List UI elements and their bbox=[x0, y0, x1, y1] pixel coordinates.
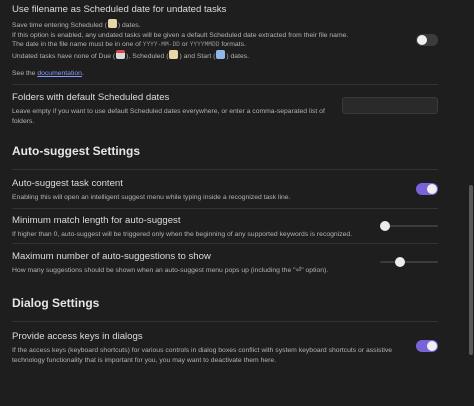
setting-description: Save time entering Scheduled () dates. I… bbox=[12, 19, 438, 79]
documentation-link[interactable]: documentation bbox=[37, 70, 82, 77]
setting-max-suggestions: Maximum number of auto-suggestions to sh… bbox=[12, 251, 438, 276]
max-suggestions-slider[interactable] bbox=[380, 255, 438, 269]
divider bbox=[12, 321, 438, 322]
divider bbox=[12, 208, 438, 209]
slider-handle[interactable] bbox=[395, 257, 405, 267]
scrollbar-thumb[interactable] bbox=[469, 185, 473, 355]
setting-access-keys: Provide access keys in dialogs If the ac… bbox=[12, 331, 424, 365]
desc-line-3: The date in the file name must be in one… bbox=[12, 41, 246, 49]
toggle-knob bbox=[427, 341, 437, 351]
setting-description: How many suggestions should be shown whe… bbox=[12, 267, 329, 274]
desc-line-1: Save time entering Scheduled () dates. bbox=[12, 19, 438, 31]
setting-min-match-length: Minimum match length for auto-suggest If… bbox=[12, 215, 438, 240]
setting-name: Auto-suggest task content bbox=[12, 178, 123, 189]
desc-line-see-docs: See the documentation. bbox=[12, 70, 84, 78]
slider-track bbox=[380, 261, 438, 263]
default-folders-input[interactable] bbox=[342, 97, 438, 114]
divider bbox=[12, 243, 438, 244]
access-keys-toggle[interactable] bbox=[416, 340, 438, 352]
setting-description: Leave empty if you want to use default S… bbox=[12, 108, 325, 125]
desc-line-2: If this option is enabled, any undated t… bbox=[12, 31, 349, 39]
hourglass-icon bbox=[169, 49, 179, 59]
setting-name: Provide access keys in dialogs bbox=[12, 331, 143, 342]
calendar-icon bbox=[116, 49, 126, 59]
toggle-knob bbox=[417, 35, 427, 45]
format-yyyymmdd: YYYYMMDD bbox=[189, 41, 220, 49]
slider-handle[interactable] bbox=[380, 221, 390, 231]
toggle-knob bbox=[427, 184, 437, 194]
section-heading-dialog: Dialog Settings bbox=[12, 296, 100, 310]
setting-description: If the access keys (keyboard shortcuts) … bbox=[12, 347, 393, 364]
section-heading-auto-suggest: Auto-suggest Settings bbox=[12, 144, 140, 158]
setting-default-folders: Folders with default Scheduled dates Lea… bbox=[12, 92, 334, 126]
setting-description: If higher than 0, auto-suggest will be t… bbox=[12, 231, 353, 238]
divider bbox=[12, 84, 438, 85]
setting-name: Maximum number of auto-suggestions to sh… bbox=[12, 251, 211, 262]
format-yyyy-mm-dd: YYYY-MM-DD bbox=[142, 41, 180, 49]
min-match-length-slider[interactable] bbox=[380, 219, 438, 233]
setting-filename-scheduled: Use filename as Scheduled date for undat… bbox=[12, 4, 438, 79]
auto-suggest-content-toggle[interactable] bbox=[416, 183, 438, 195]
scrollbar[interactable] bbox=[468, 0, 474, 406]
setting-description: Enabling this will open an intelligent s… bbox=[12, 194, 291, 201]
divider bbox=[12, 169, 438, 170]
hourglass-icon bbox=[107, 19, 117, 28]
setting-name: Folders with default Scheduled dates bbox=[12, 92, 170, 103]
start-icon bbox=[216, 49, 226, 59]
setting-name: Use filename as Scheduled date for undat… bbox=[12, 4, 227, 15]
filename-scheduled-toggle[interactable] bbox=[416, 34, 438, 46]
setting-name: Minimum match length for auto-suggest bbox=[12, 215, 181, 226]
setting-auto-suggest-content: Auto-suggest task content Enabling this … bbox=[12, 178, 438, 203]
desc-line-4: Undated tasks have none of Due (), Sched… bbox=[12, 49, 438, 62]
